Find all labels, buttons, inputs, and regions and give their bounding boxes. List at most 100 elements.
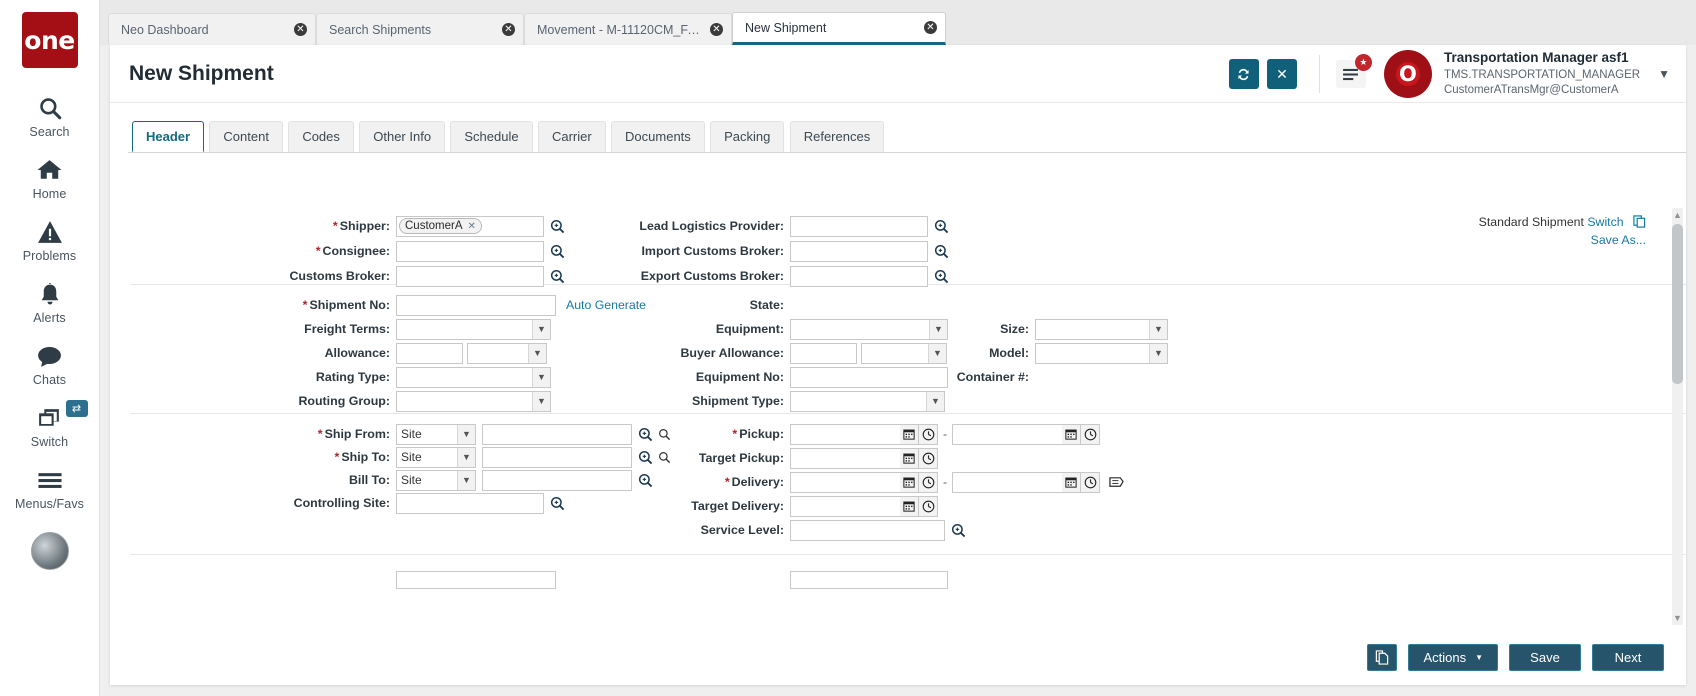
- clock-icon[interactable]: [1081, 472, 1100, 493]
- rating-type-select[interactable]: ▼: [396, 367, 551, 388]
- shipper-input[interactable]: CustomerA ✕: [396, 216, 544, 237]
- export-customs-broker-input[interactable]: [790, 266, 928, 287]
- target-pickup-datetime[interactable]: [790, 448, 938, 469]
- target-pickup-date-input[interactable]: [790, 448, 900, 469]
- controlling-site-input[interactable]: [396, 493, 544, 514]
- clock-icon[interactable]: [1081, 424, 1100, 445]
- clock-icon[interactable]: [919, 448, 938, 469]
- actions-button[interactable]: Actions ▼: [1408, 644, 1498, 671]
- rail-user-avatar[interactable]: [31, 532, 69, 570]
- user-avatar[interactable]: O: [1384, 50, 1432, 98]
- consignee-label: *Consignee:: [130, 244, 396, 258]
- scroll-up-icon[interactable]: ▲: [1672, 208, 1683, 222]
- tab-schedule[interactable]: Schedule: [450, 121, 532, 152]
- calendar-icon[interactable]: [1062, 472, 1081, 493]
- delivery-datetime-start[interactable]: [790, 472, 938, 493]
- pickup-date-input[interactable]: [790, 424, 900, 445]
- chevron-down-icon: ▼: [457, 448, 475, 467]
- pickup-end-date-input[interactable]: [952, 424, 1062, 445]
- switch-badge-icon[interactable]: ⇄: [66, 400, 88, 417]
- pickup-label: *Pickup:: [530, 427, 790, 441]
- rail-item-switch[interactable]: ⇄ Switch: [0, 394, 100, 456]
- tab-content[interactable]: Content: [209, 121, 283, 152]
- customs-broker-input[interactable]: [396, 266, 544, 287]
- export-customs-broker-search-icon[interactable]: [934, 269, 949, 284]
- menu-favorites-button[interactable]: ★: [1336, 60, 1366, 88]
- rail-label: Chats: [33, 373, 66, 387]
- tab-codes[interactable]: Codes: [288, 121, 354, 152]
- ship-from-type-select[interactable]: Site ▼: [396, 424, 476, 445]
- shipment-type-select[interactable]: ▼: [790, 391, 945, 412]
- tab-header[interactable]: Header: [132, 121, 204, 152]
- refresh-button[interactable]: [1229, 59, 1259, 89]
- tab-references[interactable]: References: [790, 121, 884, 152]
- close-button[interactable]: ✕: [1267, 59, 1297, 89]
- copy-button[interactable]: [1367, 644, 1397, 671]
- lead-logistics-provider-search-icon[interactable]: [934, 219, 949, 234]
- target-delivery-datetime[interactable]: [790, 496, 938, 517]
- service-level-search-icon[interactable]: [951, 523, 966, 538]
- close-icon[interactable]: ✕: [924, 21, 937, 34]
- calendar-icon[interactable]: [900, 448, 919, 469]
- delivery-note-icon[interactable]: [1108, 475, 1125, 490]
- ship-to-type-select[interactable]: Site ▼: [396, 447, 476, 468]
- page-tab-strip: Neo Dashboard ✕ Search Shipments ✕ Movem…: [100, 0, 1696, 45]
- tab-documents[interactable]: Documents: [611, 121, 705, 152]
- shipper-chip-remove-icon[interactable]: ✕: [468, 221, 476, 232]
- tab-packing[interactable]: Packing: [710, 121, 784, 152]
- next-button[interactable]: Next: [1592, 644, 1664, 671]
- page-tab-search-shipments[interactable]: Search Shipments ✕: [316, 13, 524, 45]
- target-delivery-date-input[interactable]: [790, 496, 900, 517]
- pickup-datetime-end[interactable]: [952, 424, 1100, 445]
- shipment-details-section: *Shipment No: Auto Generate Freight Term…: [130, 285, 1686, 414]
- freight-terms-select[interactable]: ▼: [396, 319, 551, 340]
- pickup-datetime-start[interactable]: [790, 424, 938, 445]
- tab-other-info[interactable]: Other Info: [359, 121, 445, 152]
- scroll-down-icon[interactable]: ▼: [1672, 611, 1683, 625]
- delivery-date-input[interactable]: [790, 472, 900, 493]
- form-scrollbar[interactable]: ▲ ▼: [1672, 208, 1683, 625]
- tab-carrier[interactable]: Carrier: [538, 121, 606, 152]
- bill-to-label: Bill To:: [130, 473, 396, 487]
- import-customs-broker-input[interactable]: [790, 241, 928, 262]
- scrollbar-thumb[interactable]: [1672, 224, 1683, 384]
- page-tab-neo-dashboard[interactable]: Neo Dashboard ✕: [108, 13, 316, 45]
- buyer-allowance-input[interactable]: [790, 343, 857, 364]
- clock-icon[interactable]: [919, 424, 938, 445]
- calendar-icon[interactable]: [1062, 424, 1081, 445]
- close-icon[interactable]: ✕: [502, 23, 515, 36]
- clock-icon[interactable]: [919, 472, 938, 493]
- page-tab-movement[interactable]: Movement - M-11120CM_FAN_IN... ✕: [524, 13, 732, 45]
- calendar-icon[interactable]: [900, 496, 919, 517]
- rail-item-menus-favs[interactable]: Menus/Favs: [0, 456, 100, 518]
- rail-item-problems[interactable]: Problems: [0, 208, 100, 270]
- save-button[interactable]: Save: [1509, 644, 1581, 671]
- partial-input-right[interactable]: [790, 571, 948, 589]
- user-menu-chevron-down-icon[interactable]: ▼: [1658, 67, 1670, 81]
- routing-group-select[interactable]: ▼: [396, 391, 551, 412]
- rail-item-home[interactable]: Home: [0, 146, 100, 208]
- consignee-input[interactable]: [396, 241, 544, 262]
- footer-action-bar: Actions ▼ Save Next: [110, 630, 1686, 685]
- shipper-chip-label: CustomerA: [405, 220, 463, 232]
- lead-logistics-provider-input[interactable]: [790, 216, 928, 237]
- delivery-end-date-input[interactable]: [952, 472, 1062, 493]
- buyer-allowance-label: Buyer Allowance:: [530, 346, 790, 360]
- delivery-datetime-end[interactable]: [952, 472, 1100, 493]
- allowance-input[interactable]: [396, 343, 463, 364]
- rail-item-alerts[interactable]: Alerts: [0, 270, 100, 332]
- clock-icon[interactable]: [919, 496, 938, 517]
- import-customs-broker-label: Import Customs Broker:: [530, 244, 790, 258]
- calendar-icon[interactable]: [900, 472, 919, 493]
- close-icon[interactable]: ✕: [294, 23, 307, 36]
- import-customs-broker-search-icon[interactable]: [934, 244, 949, 259]
- rail-item-chats[interactable]: Chats: [0, 332, 100, 394]
- size-select[interactable]: ▼: [1035, 319, 1168, 340]
- model-select[interactable]: ▼: [1035, 343, 1168, 364]
- close-icon[interactable]: ✕: [710, 23, 723, 36]
- calendar-icon[interactable]: [900, 424, 919, 445]
- service-level-input[interactable]: [790, 520, 945, 541]
- bill-to-type-select[interactable]: Site ▼: [396, 470, 476, 491]
- rail-item-search[interactable]: Search: [0, 84, 100, 146]
- page-tab-new-shipment[interactable]: New Shipment ✕: [732, 12, 946, 45]
